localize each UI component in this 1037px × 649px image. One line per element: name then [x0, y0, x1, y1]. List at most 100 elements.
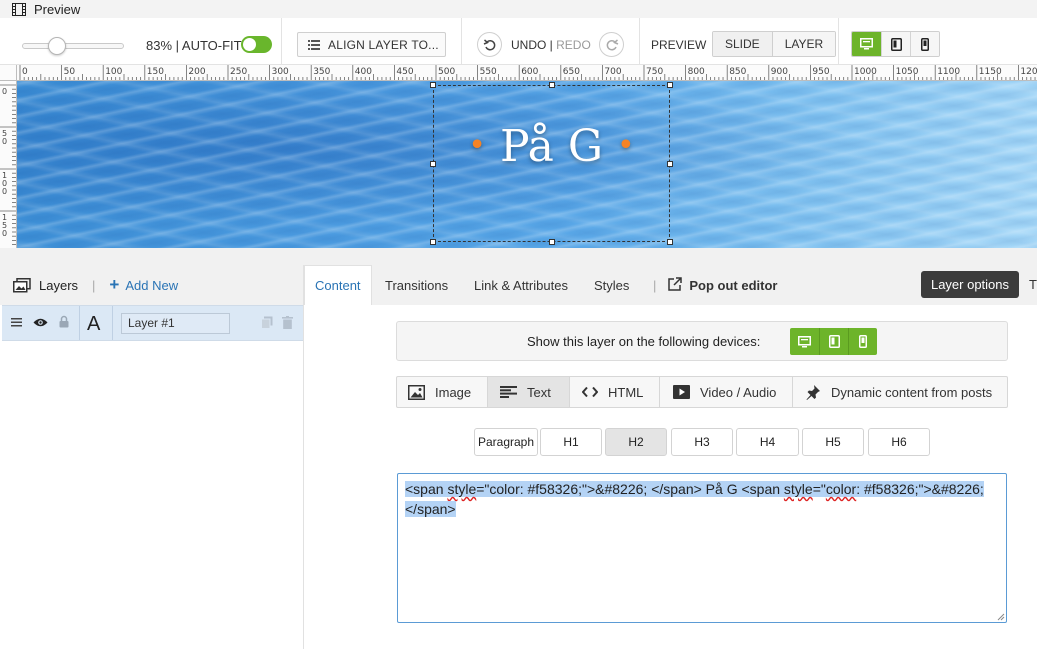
- undo-label[interactable]: UNDO: [511, 38, 546, 52]
- lock-icon[interactable]: [59, 315, 69, 328]
- ruler-label: 500: [438, 67, 455, 77]
- ruler-label: 0: [2, 137, 7, 146]
- resize-handle-right[interactable]: [667, 161, 673, 167]
- resize-handle-top-left[interactable]: [430, 82, 436, 88]
- tabs-divider: |: [653, 277, 657, 293]
- slide-canvas[interactable]: • På G •: [17, 81, 1037, 248]
- content-type-image[interactable]: Image: [397, 377, 487, 407]
- ruler-label: 0: [2, 187, 7, 196]
- redo-button[interactable]: [599, 32, 624, 57]
- tab-cut-off[interactable]: T: [1029, 277, 1037, 292]
- layers-header: Layers | + Add New: [0, 265, 303, 305]
- align-layer-button[interactable]: ALIGN LAYER TO...: [297, 32, 446, 57]
- horizontal-ruler-ticks: 0 50 100 150 200 250 300 350 400 450 500 550 600 650 7…: [19, 65, 1037, 80]
- layer-text-editor[interactable]: <span style="color: #f58326;">&#8226; </…: [397, 473, 1007, 623]
- toolbar-divider: [461, 18, 462, 65]
- settings-tabs: Content Transitions Link & Attributes St…: [304, 265, 1037, 305]
- ruler-label: 550: [480, 67, 497, 77]
- heading-paragraph-button[interactable]: Paragraph: [474, 428, 538, 456]
- trash-icon[interactable]: [282, 316, 293, 329]
- drag-handle-icon[interactable]: [11, 318, 22, 327]
- image-icon: [408, 384, 425, 400]
- heading-h5-button[interactable]: H5: [802, 428, 864, 456]
- plus-icon: +: [109, 275, 120, 294]
- zoom-label: 83% | AUTO-FIT: [146, 38, 242, 53]
- resize-handle-left[interactable]: [430, 161, 436, 167]
- heading-h4-button[interactable]: H4: [736, 428, 799, 456]
- preview-slide-button[interactable]: SLIDE: [713, 32, 772, 56]
- layers-header-divider: |: [92, 277, 96, 293]
- content-type-html-label: HTML: [608, 384, 644, 400]
- layer-devices-box: Show this layer on the following devices…: [396, 321, 1008, 361]
- undo-button[interactable]: [477, 32, 502, 57]
- pop-out-editor-button[interactable]: | Pop out editor: [653, 265, 778, 305]
- ruler-label: 850: [729, 67, 746, 77]
- layer-mobile-toggle[interactable]: [848, 328, 877, 355]
- preview-label: PREVIEW: [651, 38, 707, 52]
- film-icon: [12, 2, 26, 16]
- tablet-view-button[interactable]: [881, 32, 910, 56]
- resize-handle-top[interactable]: [549, 82, 555, 88]
- mobile-view-button[interactable]: [910, 32, 939, 56]
- eye-icon[interactable]: [33, 317, 48, 328]
- horizontal-ruler: 0 50 100 150 200 250 300 350 400 450 500 550 600 650 7…: [17, 65, 1037, 81]
- undo-icon: [483, 38, 495, 50]
- ruler-label: 700: [604, 67, 621, 77]
- tab-content[interactable]: Content: [304, 265, 372, 305]
- layer-list-item[interactable]: A Layer #1: [2, 305, 303, 341]
- heading-h3-button[interactable]: H3: [671, 428, 733, 456]
- duplicate-icon[interactable]: [261, 316, 273, 329]
- desktop-view-button[interactable]: [852, 32, 881, 56]
- zoom-slider-handle[interactable]: [48, 37, 66, 55]
- spellcheck-word: style: [783, 481, 813, 497]
- resize-handle-bottom-right[interactable]: [667, 239, 673, 245]
- tab-transitions[interactable]: Transitions: [385, 265, 448, 305]
- heading-h6-button[interactable]: H6: [868, 428, 930, 456]
- resize-handle-bottom-left[interactable]: [430, 239, 436, 245]
- tab-link-attributes[interactable]: Link & Attributes: [474, 265, 568, 305]
- undo-redo-separator: |: [546, 38, 557, 52]
- resize-handle-top-right[interactable]: [667, 82, 673, 88]
- vertical-ruler-ticks: 050100150: [0, 84, 16, 246]
- add-new-layer-button[interactable]: Add New: [125, 278, 178, 293]
- resize-handle-bottom[interactable]: [549, 239, 555, 245]
- text-layer-type-icon: A: [87, 313, 101, 335]
- layer-row-divider: [112, 306, 113, 340]
- tab-styles[interactable]: Styles: [594, 265, 629, 305]
- layer-options-button[interactable]: Layer options: [921, 271, 1019, 298]
- layer-desktop-toggle[interactable]: [790, 328, 819, 355]
- preview-layer-button[interactable]: LAYER: [771, 32, 836, 56]
- layer-tablet-toggle[interactable]: [819, 328, 848, 355]
- ruler-label: 750: [646, 67, 663, 77]
- heading-h2-button[interactable]: H2: [605, 428, 667, 456]
- panel-gap: [0, 248, 1037, 265]
- mobile-icon: [859, 335, 867, 348]
- heading-h1-button[interactable]: H1: [540, 428, 602, 456]
- desktop-icon: [860, 38, 873, 50]
- auto-fit-toggle[interactable]: [241, 36, 272, 53]
- ruler-label: 250: [230, 67, 247, 77]
- ruler-label: 1100: [937, 67, 960, 77]
- layer-selection-box[interactable]: [430, 82, 673, 245]
- desktop-icon: [798, 335, 811, 347]
- tablet-icon: [890, 37, 902, 51]
- editor-text-segment: <span: [405, 481, 448, 497]
- content-type-html[interactable]: HTML: [569, 377, 659, 407]
- zoom-slider-track[interactable]: [22, 43, 124, 49]
- layer-name-input[interactable]: Layer #1: [121, 313, 230, 334]
- layer-row-divider: [79, 306, 80, 340]
- resize-grip-icon[interactable]: [995, 611, 1005, 621]
- spellcheck-word: style: [447, 481, 477, 497]
- ruler-label: 950: [812, 67, 829, 77]
- editor-text-segment: =": [812, 481, 826, 497]
- device-switch: [851, 31, 940, 57]
- window-title: Preview: [34, 1, 81, 17]
- content-type-video-audio[interactable]: Video / Audio: [659, 377, 792, 407]
- ruler-corner: [0, 65, 17, 81]
- tablet-icon: [828, 335, 840, 348]
- content-type-dynamic[interactable]: Dynamic content from posts: [792, 377, 1007, 407]
- layers-panel: Layers | + Add New A Layer #1: [0, 265, 304, 649]
- pop-out-editor-label: Pop out editor: [689, 277, 778, 293]
- redo-label[interactable]: REDO: [556, 38, 591, 52]
- content-type-text[interactable]: Text: [487, 377, 569, 407]
